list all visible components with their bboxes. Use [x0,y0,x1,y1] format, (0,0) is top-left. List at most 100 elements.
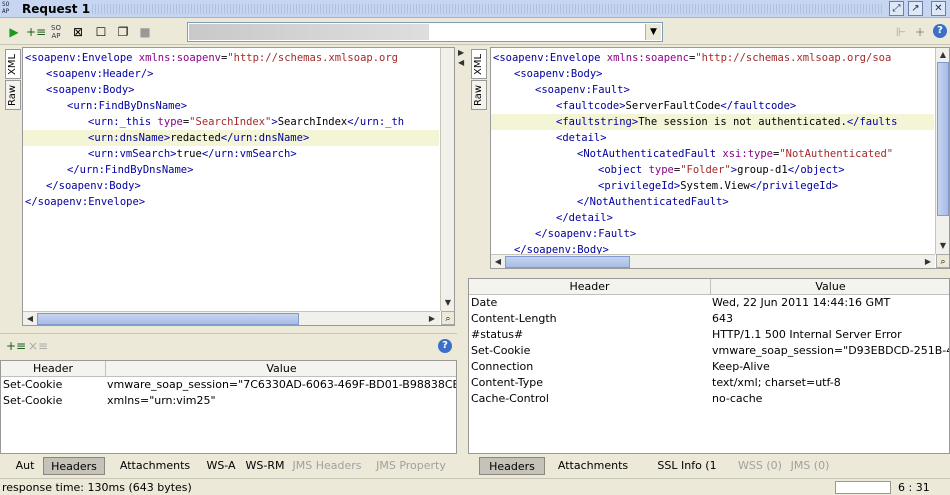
request-tab-jms-property-0[interactable]: JMS Property (0) [367,457,455,490]
endpoint-select[interactable]: ▼ [187,22,663,42]
request-tab-ws-a[interactable]: WS-A [204,457,238,475]
request-tab-attachments-0[interactable]: Attachments (0) [112,457,198,490]
request-tab-raw[interactable]: Raw [5,80,21,110]
format-icon[interactable]: ⊩ [893,24,909,40]
header-value-cell[interactable]: no-cache [711,391,949,407]
header-name-cell[interactable]: #status# [469,327,711,343]
response-code-line[interactable]: <detail> [491,130,934,146]
detach-icon[interactable]: ⤢ [889,1,904,16]
request-code-line[interactable]: <soapenv:Body> [23,82,439,98]
search-icon[interactable]: ⌕ [441,311,454,325]
scroll-up-icon[interactable]: ▲ [936,48,949,62]
request-scroll-thumb[interactable] [37,313,299,325]
response-tab-raw[interactable]: Raw [471,80,487,110]
vertical-splitter[interactable]: ▶ ◀ [457,46,467,495]
response-tab-attachments-0[interactable]: Attachments (0) [551,457,635,490]
clone-icon[interactable]: ❐ [115,24,131,40]
request-code-line[interactable]: <urn:dnsName>redacted</urn:dnsName> [23,130,439,146]
close-icon[interactable]: ✕ [931,1,946,16]
response-tab-headers-7[interactable]: Headers (7) [479,457,545,491]
add-step-icon[interactable]: +≡ [26,24,46,40]
request-tab-ws-rm[interactable]: WS-RM [244,457,286,475]
table-header-header[interactable]: Header [469,279,711,295]
header-name-cell[interactable]: Cache-Control [469,391,711,407]
response-code-line[interactable]: </soapenv:Fault> [491,226,934,242]
table-header-value[interactable]: Value [711,279,949,295]
scroll-down-icon[interactable]: ▼ [936,239,949,253]
header-name-cell[interactable]: Set-Cookie [1,377,106,393]
response-code-line[interactable]: <privilegeId>System.View</privilegeId> [491,178,934,194]
header-value-cell[interactable]: text/xml; charset=utf-8 [711,375,949,391]
scroll-left-icon[interactable]: ◀ [491,255,505,268]
scroll-right-icon[interactable]: ▶ [425,312,439,325]
request-code-line[interactable]: <soapenv:Header/> [23,66,439,82]
response-scroll-thumb[interactable] [505,256,630,268]
request-code-line[interactable]: </soapenv:Envelope> [23,194,439,210]
scroll-left-icon[interactable]: ◀ [23,312,37,325]
stop-icon[interactable]: ■ [137,24,153,40]
response-tab-wss-0[interactable]: WSS (0) [737,457,783,475]
response-code-line[interactable]: </NotAuthenticatedFault> [491,194,934,210]
scroll-down-icon[interactable]: ▼ [441,296,454,310]
request-code-line[interactable]: </urn:FindByDnsName> [23,162,439,178]
response-code-line[interactable]: <faultcode>ServerFaultCode</faultcode> [491,98,934,114]
header-value-cell[interactable]: Wed, 22 Jun 2011 14:44:16 GMT [711,295,949,311]
header-value-cell[interactable]: Keep-Alive [711,359,949,375]
header-name-cell[interactable]: Connection [469,359,711,375]
header-name-cell[interactable]: Set-Cookie [469,343,711,359]
response-vscroll-thumb[interactable] [937,62,949,216]
request-code-line[interactable]: <urn:_this type="SearchIndex">SearchInde… [23,114,439,130]
maximize-icon[interactable]: ↗ [908,1,923,16]
help-icon[interactable]: ? [933,24,947,38]
help-icon[interactable]: ? [438,339,452,353]
request-tab-jms-headers[interactable]: JMS Headers [292,457,362,475]
plus-icon[interactable]: + [912,24,928,40]
response-horizontal-scrollbar[interactable]: ◀ ▶ [491,254,935,268]
search-icon[interactable]: ⌕ [936,254,949,268]
request-code-line[interactable]: <urn:FindByDnsName> [23,98,439,114]
response-code-line[interactable]: </detail> [491,210,934,226]
response-tab-xml[interactable]: XML [471,49,487,79]
response-code-line[interactable]: <soapenv:Body> [491,66,934,82]
header-value-cell[interactable]: 643 [711,311,949,327]
run-icon[interactable]: ▶ [6,24,22,40]
response-code-line[interactable]: <faultstring>The session is not authenti… [491,114,934,130]
request-xml-editor[interactable]: <soapenv:Envelope xmlns:soapenv="http://… [22,47,455,326]
collapse-left-icon[interactable]: ◀ [458,58,464,67]
header-value-cell[interactable]: vmware_soap_session="D93EBDCD-251B-451..… [711,343,949,359]
chevron-down-icon[interactable]: ▼ [645,24,661,40]
response-tab-jms-0[interactable]: JMS (0) [788,457,832,475]
soap-action-icon[interactable]: SO AP [48,24,64,40]
header-value-cell[interactable]: xmlns="urn:vim25" [106,393,456,409]
table-header-value[interactable]: Value [106,361,456,377]
scroll-right-icon[interactable]: ▶ [921,255,935,268]
title-bar-grip[interactable] [92,4,884,14]
remove-header-icon[interactable]: ×≡ [28,338,48,354]
new-request-icon[interactable]: ☐ [93,24,109,40]
header-name-cell[interactable]: Content-Type [469,375,711,391]
table-header-header[interactable]: Header [1,361,106,377]
response-code-line[interactable]: <soapenv:Envelope xmlns:soapenc="http://… [491,50,934,66]
response-xml-editor[interactable]: <soapenv:Envelope xmlns:soapenc="http://… [490,47,950,269]
request-code-line[interactable]: <soapenv:Envelope xmlns:soapenv="http://… [23,50,439,66]
request-tab-xml[interactable]: XML [5,49,21,79]
header-name-cell[interactable]: Content-Length [469,311,711,327]
response-tab-ssl-info-1-certs[interactable]: SSL Info (1 certs) [641,457,733,490]
response-code-line[interactable]: <object type="Folder">group-d1</object> [491,162,934,178]
request-tab-aut[interactable]: Aut [12,457,38,475]
request-code-line[interactable]: </soapenv:Body> [23,178,439,194]
request-vertical-scrollbar[interactable]: ▼ [440,48,454,311]
wsdl-icon[interactable]: ⊠ [70,24,86,40]
request-tab-headers-2[interactable]: Headers (2) [43,457,105,491]
header-value-cell[interactable]: vmware_soap_session="7C6330AD-6063-469F-… [106,377,456,393]
header-value-cell[interactable]: HTTP/1.1 500 Internal Server Error [711,327,949,343]
response-code-line[interactable]: <soapenv:Fault> [491,82,934,98]
header-name-cell[interactable]: Set-Cookie [1,393,106,409]
collapse-right-icon[interactable]: ▶ [458,48,464,57]
request-horizontal-scrollbar[interactable]: ◀ ▶ [23,311,440,325]
request-code-line[interactable]: <urn:vmSearch>true</urn:vmSearch> [23,146,439,162]
response-vertical-scrollbar[interactable]: ▲ ▼ [935,48,949,254]
header-name-cell[interactable]: Date [469,295,711,311]
response-code-line[interactable]: <NotAuthenticatedFault xsi:type="NotAuth… [491,146,934,162]
add-header-icon[interactable]: +≡ [6,338,26,354]
